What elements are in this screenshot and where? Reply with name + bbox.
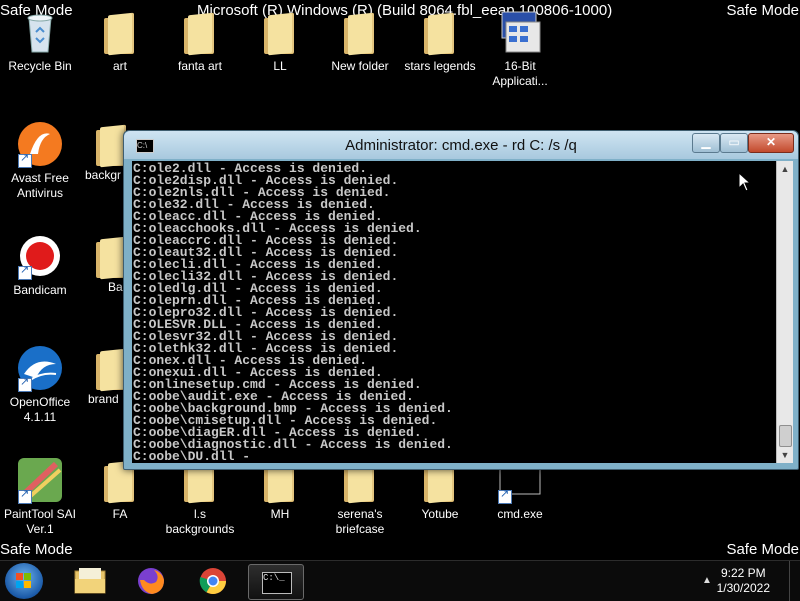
taskbar-chrome[interactable] [186, 564, 240, 598]
desktop-icon-ll[interactable]: LL [240, 8, 320, 74]
mouse-cursor-icon [738, 172, 752, 192]
taskbar-cmd[interactable]: C:\_ [248, 564, 304, 600]
minimize-icon: ▁ [701, 135, 711, 149]
desktop-icon-label: 16-Bit Applicati... [492, 59, 548, 88]
desktop-icon-backgr[interactable]: backgr [80, 120, 128, 183]
windows-logo-icon [16, 573, 32, 589]
safe-mode-watermark-bottom-left: Safe Mode [0, 541, 73, 558]
desktop-icon-label: New folder [331, 59, 389, 73]
desktop-icon-avast[interactable]: Avast Free Antivirus [0, 120, 80, 201]
vertical-scrollbar[interactable]: ▲ ▼ [776, 161, 793, 463]
desktop-icon-label: art [112, 59, 127, 73]
clock-time: 9:22 PM [720, 566, 766, 580]
minimize-button[interactable]: ▁ [692, 133, 720, 153]
desktop-icon-label: l.s backgrounds [165, 507, 235, 536]
openoffice-icon [16, 344, 64, 392]
console-output[interactable]: C:ole2.dll - Access is denied. C:ole2disp… [132, 161, 776, 463]
maximize-icon: ▭ [728, 135, 740, 149]
cmd-title-bar[interactable]: C:\ Administrator: cmd.exe - rd C: /s /q… [124, 131, 798, 159]
maximize-button[interactable]: ▭ [720, 133, 748, 153]
firefox-icon [138, 568, 164, 594]
taskbar-clock[interactable]: 9:22 PM 1/30/2022 [717, 566, 770, 596]
desktop-icon-fanta-art[interactable]: fanta art [160, 8, 240, 74]
desktop-icon-brand[interactable]: brand [80, 344, 124, 407]
bandicam-icon [16, 232, 64, 280]
desktop-icon-stars-legends[interactable]: stars legends [400, 8, 480, 74]
desktop-icon-new-folder[interactable]: New folder [320, 8, 400, 74]
show-desktop-button[interactable] [789, 561, 800, 601]
taskbar: C:\_ ▲ 9:22 PM 1/30/2022 [0, 560, 800, 601]
desktop-icon-label: cmd.exe [497, 507, 543, 521]
cmd-icon: C:\_ [262, 572, 292, 594]
desktop-icon-label: Ba [108, 280, 123, 294]
start-button[interactable] [5, 563, 43, 599]
desktop-icon-art[interactable]: art [80, 8, 160, 74]
desktop-icon-bandicam[interactable]: Bandicam [0, 232, 80, 298]
desktop-icon-ba[interactable]: Ba [80, 232, 124, 295]
desktop-icon-label: OpenOffice 4.1.11 [9, 395, 71, 424]
app-icon [496, 8, 544, 56]
desktop-icon-16-bit-applications[interactable]: 16-Bit Applicati... [480, 8, 560, 89]
show-hidden-icons-icon[interactable]: ▲ [702, 575, 712, 586]
scroll-down-icon[interactable]: ▼ [777, 447, 793, 463]
safe-mode-watermark-top-right: Safe Mode [726, 2, 799, 19]
desktop-icon-label: Yotube [421, 507, 459, 521]
folder-icon [96, 8, 144, 56]
chrome-icon [199, 568, 227, 595]
console-line: C:oobe\DU.dll - [133, 449, 251, 463]
desktop-icon-label: FA [112, 507, 128, 521]
desktop-icon-label: Avast Free Antivirus [11, 171, 69, 200]
scroll-up-icon[interactable]: ▲ [777, 161, 793, 177]
cmd-window[interactable]: C:\ Administrator: cmd.exe - rd C: /s /q… [123, 130, 799, 470]
folder-icon [256, 8, 304, 56]
folder-icon [80, 120, 128, 168]
folder-icon [336, 8, 384, 56]
safe-mode-watermark-bottom-right: Safe Mode [726, 541, 799, 558]
folder-icon [80, 232, 124, 280]
desktop-icon-label: brand [88, 392, 119, 406]
recycle-bin-icon [16, 8, 64, 56]
desktop-icon-label: stars legends [404, 59, 476, 73]
folder-icon [416, 8, 464, 56]
desktop-icon-label: Bandicam [13, 283, 67, 297]
desktop-icon-recycle-bin[interactable]: Recycle Bin [0, 8, 80, 74]
folder-icon [176, 8, 224, 56]
scrollbar-thumb[interactable] [779, 425, 792, 447]
close-button[interactable]: ✕ [748, 133, 794, 153]
desktop-icon-label: serena's briefcase [335, 507, 385, 536]
desktop-icon-openoffice[interactable]: OpenOffice 4.1.11 [0, 344, 80, 425]
desktop-icon-label: Recycle Bin [8, 59, 72, 73]
taskbar-firefox[interactable] [124, 564, 178, 598]
desktop-icon-label: fanta art [177, 59, 223, 73]
folder-icon [80, 344, 124, 392]
desktop-icon-label: PaintTool SAI Ver.1 [3, 507, 77, 536]
clock-date: 1/30/2022 [716, 581, 770, 595]
desktop-icon-label: LL [273, 59, 287, 73]
desktop-icon-label: MH [270, 507, 290, 521]
desktop-icon-label: backgr [85, 168, 122, 182]
console-lines: C:ole2.dll - Access is denied. C:ole2disp… [132, 161, 776, 463]
painttool-sai-icon [16, 456, 64, 504]
desktop-icon-painttool-sai[interactable]: PaintTool SAI Ver.1 [0, 456, 80, 537]
avast-icon [16, 120, 64, 168]
close-icon: ✕ [765, 135, 777, 149]
file-explorer-icon [74, 568, 106, 594]
taskbar-file-explorer[interactable] [62, 564, 116, 598]
